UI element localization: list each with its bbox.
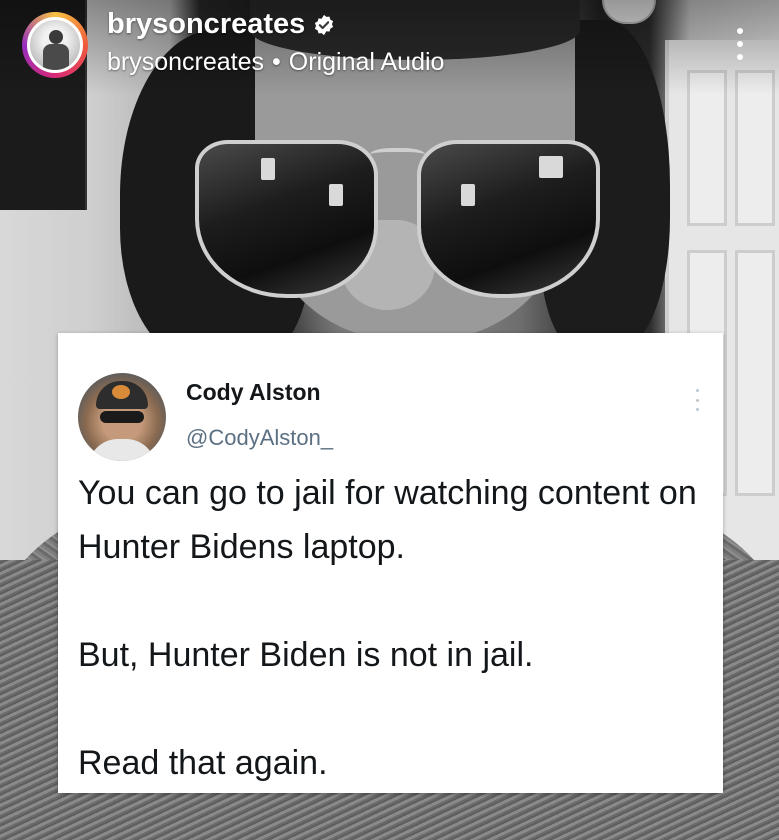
verified-badge-icon [315,14,334,35]
profile-avatar-ring[interactable] [22,12,88,78]
tweet-text: You can go to jail for watching content … [78,466,708,790]
avatar[interactable] [27,17,83,73]
glasses-bridge [370,148,425,164]
tweet-card: Cody Alston @CodyAlston_ You can go to j… [58,333,723,793]
username[interactable]: brysoncreates [107,8,305,41]
tweet-paragraph: But, Hunter Biden is not in jail. [78,636,534,674]
separator-dot: • [272,48,281,76]
tweet-more-icon [692,389,702,411]
username-row[interactable]: brysoncreates [107,8,335,41]
more-vertical-icon[interactable] [728,24,752,64]
sunglasses [195,130,600,300]
left-lens [195,140,378,298]
tweet-author-handle: @CodyAlston_ [186,425,334,450]
audio-owner[interactable]: brysoncreates [107,48,264,76]
story-header: brysoncreates brysoncreates • Original Aud… [0,0,779,95]
audio-line[interactable]: brysoncreates • Original Audio [107,48,444,77]
tweet-author-avatar [78,373,166,461]
tweet-paragraph: You can go to jail for watching content … [78,474,697,566]
right-lens [417,140,600,298]
tweet-author-name: Cody Alston [186,379,321,405]
audio-label[interactable]: Original Audio [289,48,445,76]
story-viewer[interactable]: brysoncreates brysoncreates • Original Aud… [0,0,779,840]
tweet-paragraph: Read that again. [78,744,328,782]
